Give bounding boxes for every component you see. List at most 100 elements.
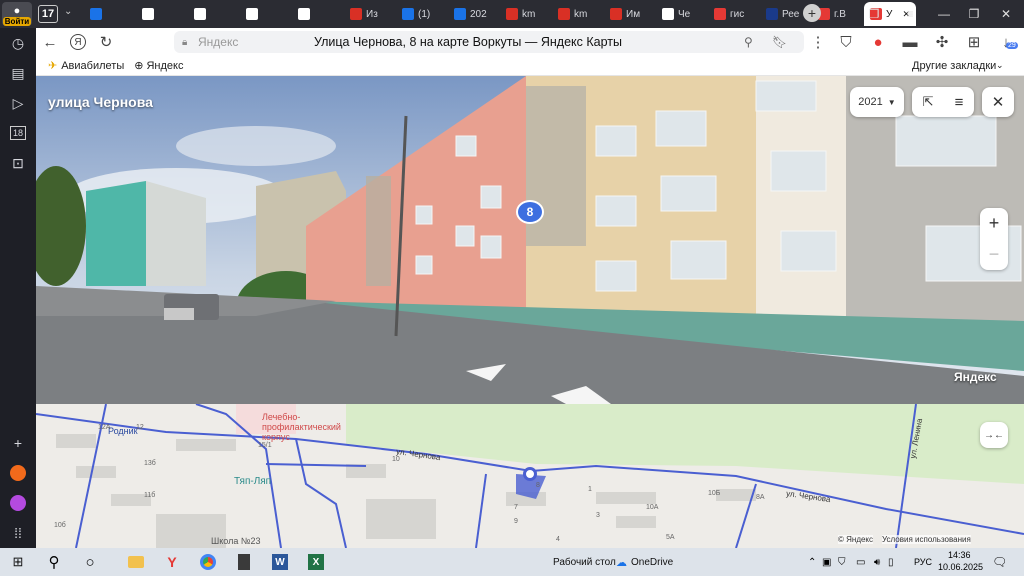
browser-tab[interactable] bbox=[84, 2, 134, 26]
yandex-icon[interactable]: Я bbox=[64, 28, 92, 56]
zoom-out-button[interactable]: − bbox=[989, 244, 1000, 265]
current-position-marker[interactable] bbox=[523, 467, 537, 481]
chevron-down-icon[interactable]: ⌄ bbox=[64, 6, 72, 17]
login-label: Войти bbox=[2, 17, 32, 26]
other-bookmarks[interactable]: Другие закладки bbox=[912, 60, 996, 72]
tab-label: Им bbox=[626, 8, 641, 20]
extension-icon[interactable]: ● bbox=[864, 28, 892, 56]
yandex-browser-icon[interactable]: Y bbox=[154, 548, 190, 576]
browser-tab[interactable]: Из bbox=[344, 2, 394, 26]
word-icon[interactable]: W bbox=[262, 548, 298, 576]
collections-icon[interactable]: ❐ bbox=[858, 0, 890, 28]
clock-time[interactable]: 14:36 bbox=[948, 550, 971, 560]
map-terms-link[interactable]: Условия использования bbox=[882, 535, 971, 544]
apps-grid-icon[interactable]: ⁞⁞ bbox=[0, 518, 36, 548]
house-number-label: 9 bbox=[514, 518, 518, 525]
house-marker[interactable]: 8 bbox=[516, 200, 544, 224]
hamburger-icon[interactable]: ≡ bbox=[955, 94, 964, 111]
volume-icon[interactable]: 🔊︎ bbox=[874, 557, 880, 568]
alice-icon[interactable] bbox=[0, 458, 36, 488]
restore-button[interactable]: ❐ bbox=[958, 0, 990, 28]
login-button[interactable]: ● Войти bbox=[2, 2, 32, 26]
map-copyright: © Яндекс bbox=[838, 535, 874, 544]
excel-icon[interactable]: X bbox=[298, 548, 334, 576]
search-icon[interactable]: ⚲ bbox=[36, 548, 72, 576]
language-indicator[interactable]: РУС bbox=[914, 557, 932, 567]
camera-icon[interactable]: ⊡ bbox=[0, 148, 36, 178]
more-icon[interactable]: ⋮ bbox=[804, 28, 832, 56]
shield-icon[interactable]: ⛉ bbox=[832, 28, 860, 56]
browser-tab[interactable] bbox=[292, 2, 342, 26]
browser-tab[interactable] bbox=[240, 2, 290, 26]
map-label-hospital[interactable]: Лечебно- профилактический корпус bbox=[262, 412, 341, 442]
browser-tab[interactable]: km bbox=[552, 2, 602, 26]
translate-icon[interactable]: ⊞ bbox=[960, 28, 988, 56]
year-selector[interactable]: 2021 ▼ bbox=[850, 87, 904, 117]
reload-icon[interactable]: ↻ bbox=[92, 28, 120, 56]
new-tab-button[interactable]: + bbox=[803, 4, 821, 22]
onedrive-label[interactable]: OneDrive bbox=[631, 557, 673, 568]
pdf-icon bbox=[610, 8, 622, 20]
messenger-icon[interactable] bbox=[0, 488, 36, 518]
panorama-view[interactable]: улица Чернова 8 2021 ▼ ⇱ ≡ ✕ + − Яндекс bbox=[36, 76, 1024, 404]
lock-icon: 🔒︎ bbox=[182, 36, 188, 48]
bookmark-icon[interactable]: 🔖︎ bbox=[772, 35, 787, 49]
battery-icon[interactable]: ▯ bbox=[888, 557, 894, 568]
puzzle-icon[interactable]: ✣ bbox=[928, 28, 956, 56]
browser-tab[interactable] bbox=[188, 2, 238, 26]
share-icon[interactable]: ⇱ bbox=[923, 94, 934, 110]
browser-tab[interactable]: 202 bbox=[448, 2, 498, 26]
tab-label: Из bbox=[366, 8, 378, 20]
mail-icon bbox=[402, 8, 414, 20]
browser-tab[interactable]: (1) bbox=[396, 2, 446, 26]
doc-icon bbox=[246, 8, 258, 20]
clock-date[interactable]: 10.06.2025 bbox=[938, 562, 983, 572]
tray-chevron-icon[interactable]: ⌃ bbox=[808, 557, 816, 568]
map-label-rodnik[interactable]: Родник bbox=[108, 426, 138, 436]
task-view-icon[interactable]: ○ bbox=[72, 548, 108, 576]
house-number-label: 4 bbox=[556, 536, 560, 543]
browser-tab[interactable]: Че bbox=[656, 2, 706, 26]
add-panel-icon[interactable]: + bbox=[0, 428, 36, 458]
desktop-label[interactable]: Рабочий стол bbox=[553, 557, 616, 568]
chrome-icon[interactable] bbox=[190, 548, 226, 576]
close-window-button[interactable]: ✕ bbox=[990, 0, 1022, 28]
tab-count-button[interactable]: 17 bbox=[38, 5, 58, 23]
file-explorer-icon[interactable] bbox=[118, 548, 154, 576]
wallet-icon[interactable]: ▬ bbox=[896, 28, 924, 56]
tray-app-icon[interactable]: ▣ bbox=[822, 557, 831, 568]
browser-tab[interactable]: Им bbox=[604, 2, 654, 26]
bookmark-aviabilety[interactable]: Авиабилеты bbox=[61, 60, 124, 72]
close-panorama-button[interactable]: ✕ bbox=[982, 87, 1014, 117]
doc-icon bbox=[142, 8, 154, 20]
browser-tab[interactable]: km bbox=[500, 2, 550, 26]
url-field[interactable]: 🔒︎ Яндекс Улица Чернова, 8 на карте Ворк… bbox=[174, 31, 804, 53]
house-number-label: 10Б bbox=[708, 490, 721, 497]
house-number-label: 12А bbox=[98, 424, 111, 431]
tray-shield-icon[interactable]: ⛉ bbox=[838, 557, 846, 568]
url-domain: Яндекс bbox=[198, 35, 239, 49]
history-icon[interactable]: ◷ bbox=[0, 28, 36, 58]
download-icon[interactable]: ↓ 29 bbox=[992, 28, 1020, 56]
network-icon[interactable]: ▭ bbox=[856, 557, 865, 568]
location-icon[interactable]: ⚲ bbox=[744, 35, 753, 49]
bookmark-yandex[interactable]: Яндекс bbox=[146, 60, 183, 72]
video-icon[interactable]: ▷ bbox=[0, 88, 36, 118]
house-number-label: 7 bbox=[514, 504, 518, 511]
age-18-icon[interactable]: 18 bbox=[0, 118, 36, 148]
sidebar: ◷ ▤ ▷ 18 ⊡ + ⁞⁞ bbox=[0, 28, 36, 548]
zoom-in-button[interactable]: + bbox=[989, 213, 1000, 234]
browser-tab[interactable]: гис bbox=[708, 2, 758, 26]
notes-icon[interactable]: ▤ bbox=[0, 58, 36, 88]
menu-icon[interactable]: ≡ bbox=[894, 0, 926, 28]
map-label-school[interactable]: Школа №23 bbox=[211, 536, 261, 546]
map-label-tyap-lyap[interactable]: Тяп-Ляп bbox=[234, 476, 271, 487]
browser-tab[interactable] bbox=[136, 2, 186, 26]
calculator-icon[interactable] bbox=[226, 548, 262, 576]
notifications-icon[interactable]: 🗨︎ bbox=[992, 555, 1007, 569]
collapse-map-button[interactable]: →← bbox=[980, 422, 1008, 448]
windows-start-icon[interactable]: ⊞ bbox=[0, 548, 36, 576]
back-icon[interactable]: ← bbox=[36, 28, 64, 56]
map-view[interactable]: Лечебно- профилактический корпус Родник … bbox=[36, 404, 1024, 548]
minimize-button[interactable]: — bbox=[928, 0, 960, 28]
